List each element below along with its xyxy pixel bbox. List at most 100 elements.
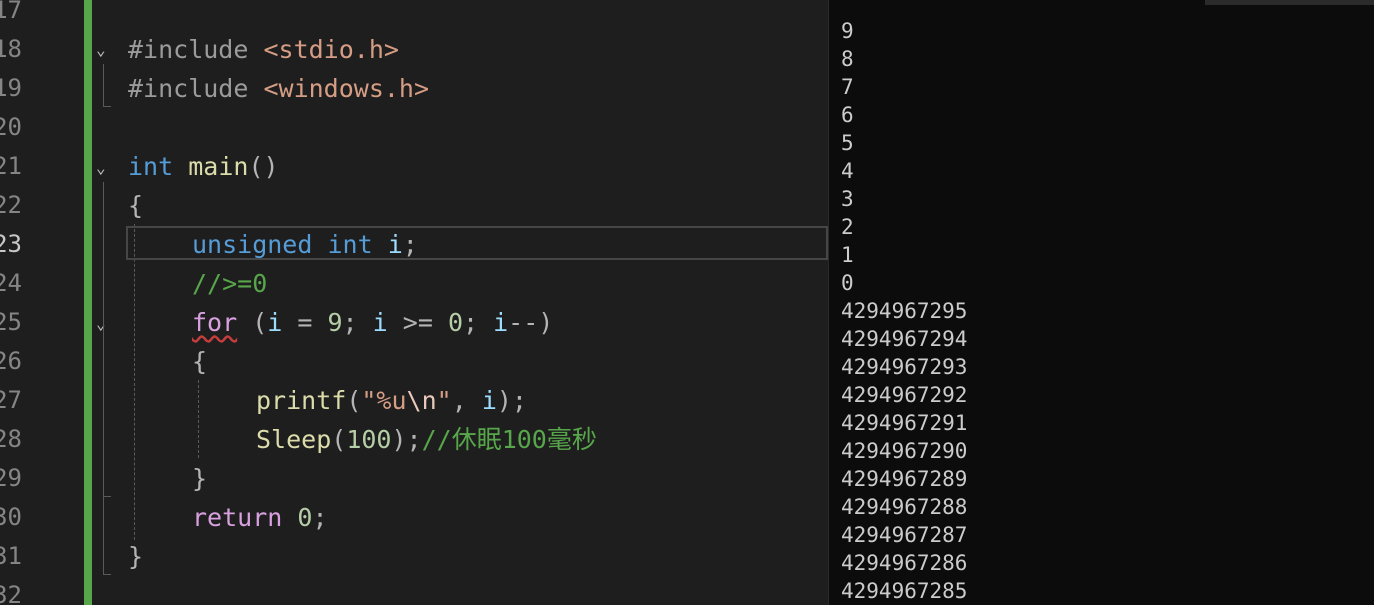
variable: i [493,308,509,337]
line-number: 21 [0,152,22,180]
fold-chevron-icon[interactable]: ⌄ [96,316,112,332]
line-number: 22 [0,191,22,219]
line-number: 17 [0,0,22,24]
keyword: return [192,503,283,532]
punctuation: ( [331,425,347,454]
console-output-line: 6 [841,103,854,127]
string-literal: "%u [361,386,407,415]
console-output-line: 4294967293 [841,355,968,379]
code-line-29[interactable]: } [192,459,207,498]
keyword: for [192,308,238,337]
outline-guide [103,496,111,497]
code-line-18[interactable]: #include <stdio.h> [128,30,399,69]
console-output-line: 4294967291 [841,411,968,435]
number: 0 [447,308,463,337]
indent-guide [134,224,135,540]
escape-sequence: \n [406,386,437,415]
console-output-line: 4294967288 [841,495,968,519]
code-line-30[interactable]: return 0; [192,498,328,537]
console-output-line: 5 [841,131,854,155]
comment: //休眠100毫秒 [421,425,597,454]
console-output-line: 8 [841,47,854,71]
line-number: 29 [0,464,22,492]
function-name: main [188,152,249,181]
punctuation: ; [342,308,373,337]
comment: //>=0 [192,269,268,298]
outline-guide [103,338,104,496]
number: 9 [327,308,343,337]
include-header: <stdio.h> [263,35,399,64]
code-line-26[interactable]: { [192,342,207,381]
console-window[interactable]: 9 8 7 6 5 4 3 2 1 0 4294967295 4294967294 4294967293… [828,0,1374,605]
code-line-21[interactable]: int main() [128,147,279,186]
code-line-19[interactable]: #include <windows.h> [128,69,429,108]
fold-chevron-icon[interactable]: ⌄ [96,42,112,58]
preprocessor-directive: #include [128,74,264,103]
code-line-24[interactable]: //>=0 [192,264,267,303]
function-name: Sleep [256,425,332,454]
outline-guide [103,574,111,575]
punctuation: ( [237,308,268,337]
console-output-line: 4294967289 [841,467,968,491]
line-number: 20 [0,113,22,141]
brace: } [192,464,208,493]
line-number: 26 [0,347,22,375]
code-line-31[interactable]: } [128,537,143,576]
include-header: <windows.h> [263,74,430,103]
line-number: 32 [0,581,22,605]
console-output-line: 3 [841,187,854,211]
outline-guide [103,64,104,106]
line-number: 23 [0,230,22,258]
indent-guide [198,380,199,458]
console-scrollbar[interactable] [1205,0,1374,5]
console-output-line: 4294967285 [841,579,968,603]
console-output-line: 4294967292 [841,383,968,407]
punctuation: ; [402,230,418,259]
punctuation: () [248,152,279,181]
function-name: printf [256,386,347,415]
operator: --) [508,308,554,337]
code-line-25[interactable]: for (i = 9; i >= 0; i--) [192,303,553,342]
line-number: 30 [0,503,22,531]
line-number: 28 [0,425,22,453]
punctuation: , [451,386,482,415]
variable: i [267,308,283,337]
brace: { [192,347,208,376]
keyword: unsigned int [192,230,373,259]
operator: = [282,308,328,337]
variable: i [387,230,403,259]
console-output-line: 4294967286 [841,551,968,575]
brace: { [128,191,144,220]
number: 100 [346,425,392,454]
punctuation: ); [496,386,527,415]
punctuation: ; [463,308,494,337]
preprocessor-directive: #include [128,35,264,64]
console-output-line: 4294967295 [841,299,968,323]
operator: >= [387,308,448,337]
console-output-line: 4294967294 [841,327,968,351]
line-number: 24 [0,269,22,297]
number: 0 [297,503,313,532]
console-output-line: 4294967287 [841,523,968,547]
variable: i [372,308,388,337]
code-editor[interactable]: 17 18 19 20 21 22 23 24 25 26 27 28 29 30 31 32 ⌄ ⌄ ⌄ #… [0,0,828,605]
line-number-gutter: 17 18 19 20 21 22 23 24 25 26 27 28 29 30 31 32 [0,0,22,605]
console-output-line: 2 [841,215,854,239]
line-number: 31 [0,542,22,570]
line-number: 18 [0,35,22,63]
fold-chevron-icon[interactable]: ⌄ [96,160,112,176]
console-output-line: 4294967290 [841,439,968,463]
code-line-22[interactable]: { [128,186,143,225]
code-line-27[interactable]: printf("%u\n", i); [256,381,527,420]
keyword: int [128,152,174,181]
punctuation: ; [312,503,328,532]
code-line-28[interactable]: Sleep(100);//休眠100毫秒 [256,420,597,459]
console-output-line: 4 [841,159,854,183]
console-output-line: 7 [841,75,854,99]
console-output-line: 9 [841,19,854,43]
outline-guide [103,106,111,107]
code-line-23[interactable]: unsigned int i; [192,225,418,264]
brace: } [128,542,144,571]
